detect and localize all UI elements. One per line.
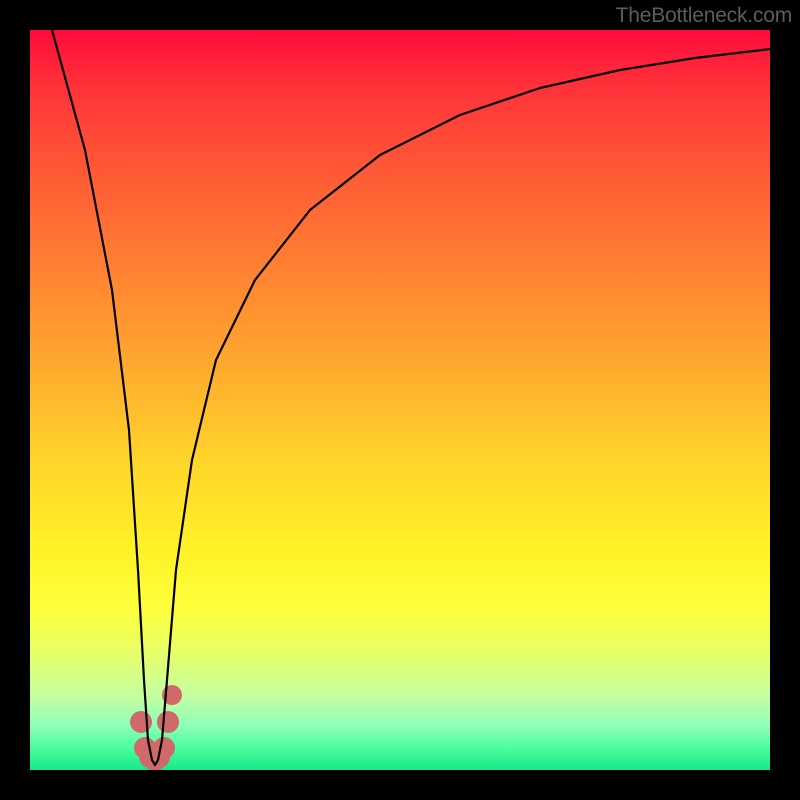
marker-dot — [153, 737, 175, 759]
marker-dot — [157, 711, 179, 733]
watermark-text: TheBottleneck.com — [616, 4, 792, 28]
chart-frame: TheBottleneck.com — [0, 0, 800, 800]
curve-layer — [30, 30, 770, 770]
plot-area — [30, 30, 770, 770]
optimal-marker-group — [130, 685, 182, 770]
bottleneck-curve — [52, 30, 770, 765]
marker-dot — [130, 711, 152, 733]
